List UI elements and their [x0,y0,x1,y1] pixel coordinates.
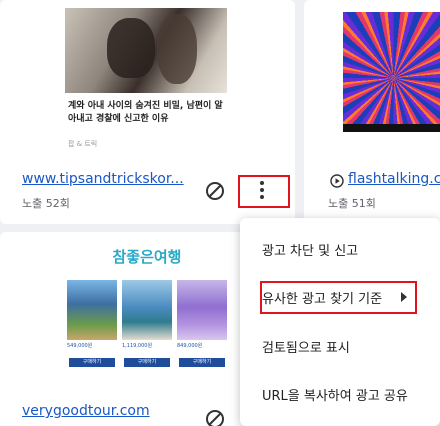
advertiser-url-link[interactable]: verygoodtour.com [22,403,150,419]
ad-brand-title: 참좋은여행 [112,248,182,266]
menu-item-block-report[interactable]: 광고 차단 및 신고 [262,240,358,259]
ad-product-price: 549,000원 [67,343,93,349]
ad-buy-button: 구매하기 [179,358,225,367]
highlight-more-button [238,175,290,208]
advertiser-url-link[interactable]: flashtalking.c [348,171,440,187]
impressions-count: 노출 52회 [22,197,70,210]
ad-product-image [177,280,227,340]
ad-buy-button: 구매하기 [69,358,115,367]
ad-options-menu: 광고 차단 및 신고 유사한 광고 찾기 기준 검토됨으로 표시 URL을 복사… [240,218,440,426]
menu-item-mark-reviewed[interactable]: 검토됨으로 표시 [262,337,350,356]
ad-product-price: 849,000원 [177,343,203,349]
ad-card: flashtalking.c 노출 51회 [304,0,440,224]
play-circle-icon [330,174,344,188]
highlight-menu-item [260,281,417,314]
ad-product-image [122,280,172,340]
ad-buy-button: 구매하기 [124,358,170,367]
ad-headline: 계와 아내 사이의 숨겨진 비밀, 남편이 알아내고 경찰에 신고한 이유 [68,101,223,124]
block-icon[interactable] [205,181,225,201]
block-icon[interactable] [205,409,225,426]
ad-product-price: 1,119,000원 [122,343,153,349]
menu-item-copy-url[interactable]: URL을 복사하여 광고 공유 [262,385,408,404]
ad-product-image [67,280,117,340]
ad-source: 팝 & 트릭 [68,140,98,148]
ad-creative[interactable]: 계와 아내 사이의 숨겨진 비밀, 남편이 알아내고 경찰에 신고한 이유 팝 … [65,8,227,156]
advertiser-url-link[interactable]: www.tipsandtrickskor... [22,171,184,187]
ad-creative[interactable]: 참좋은여행 549,000원 1,119,000원 849,000원 구매하기 … [65,242,229,374]
impressions-count: 노출 51회 [328,197,376,210]
ad-creative[interactable] [343,12,440,132]
video-controls-bar [343,124,440,132]
ad-photo [65,8,227,93]
